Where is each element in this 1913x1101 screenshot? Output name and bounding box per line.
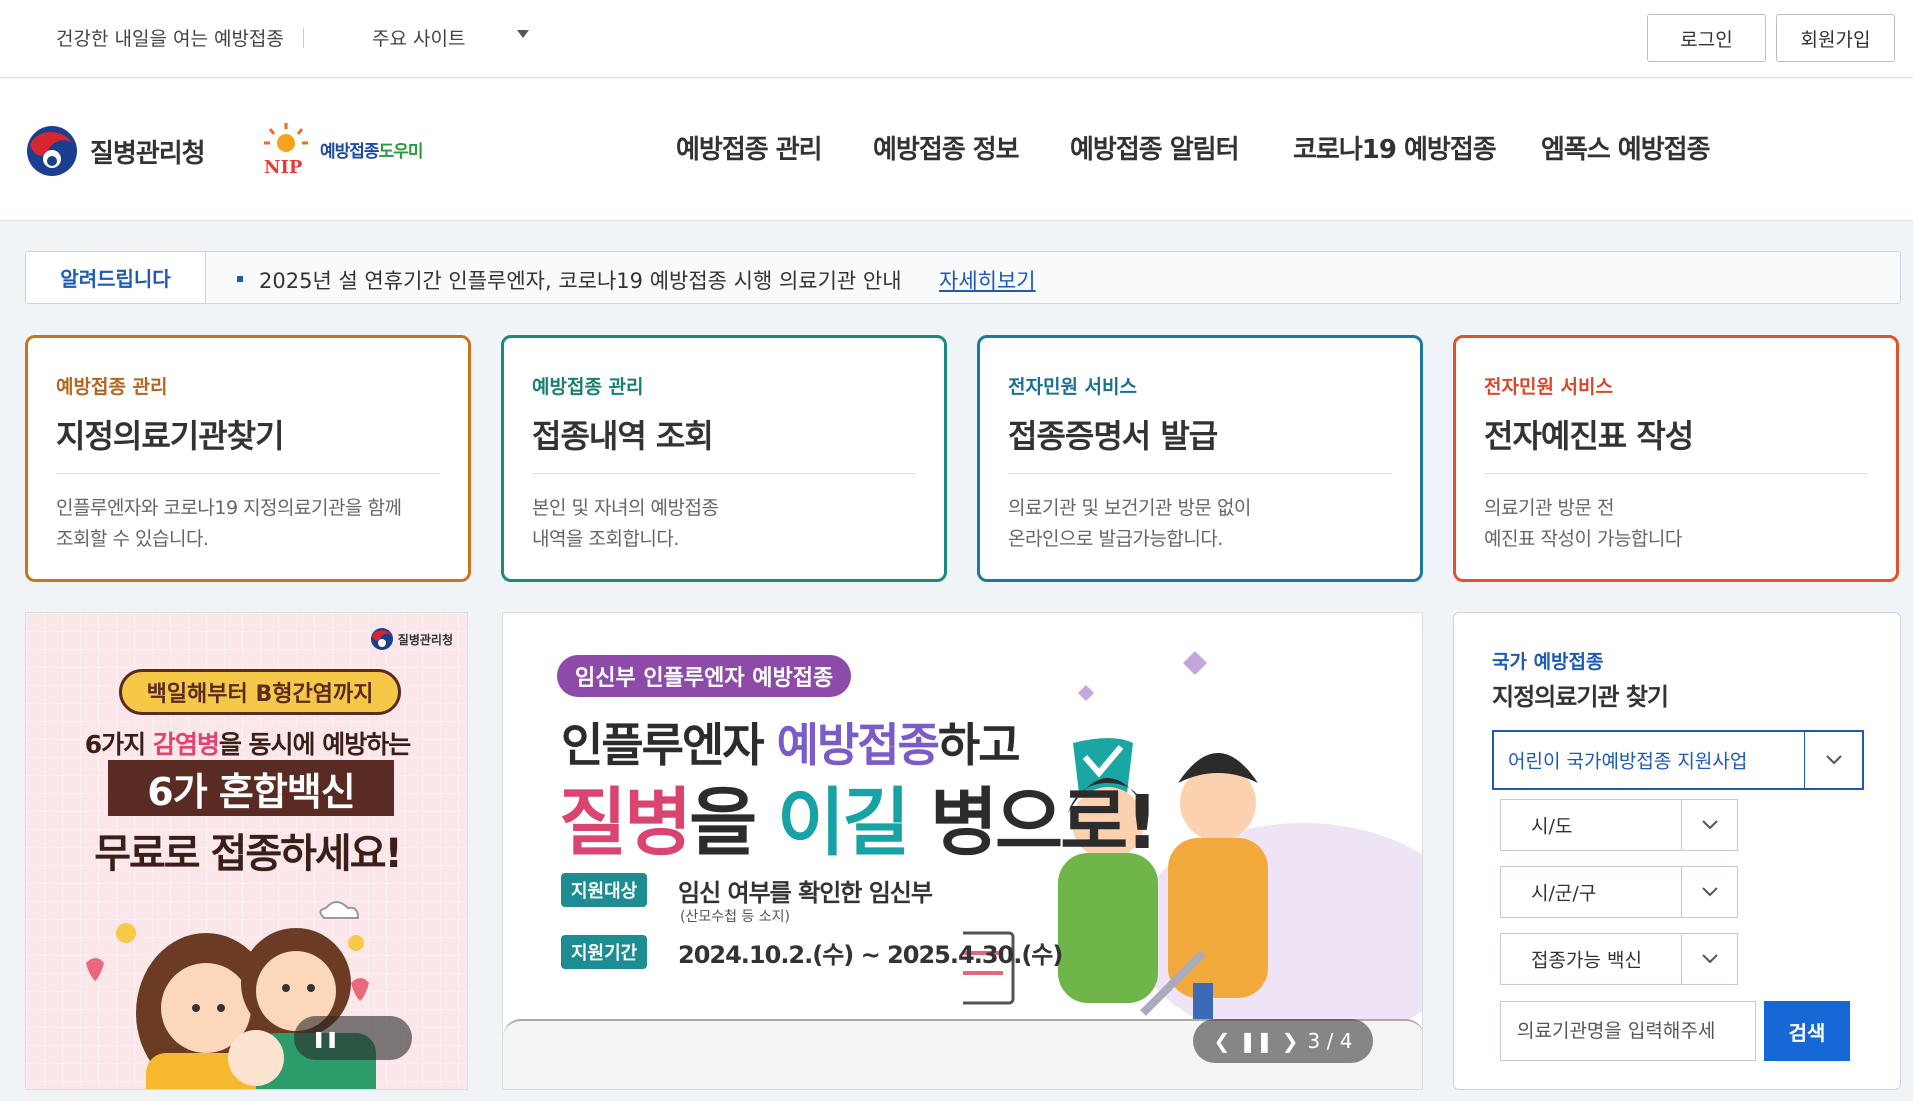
major-sites-select[interactable]: 주요 사이트 — [372, 24, 465, 51]
card-title: 접종내역 조회 — [532, 417, 714, 455]
banner-line1: 6가지 감염병을 동시에 예방하는 — [26, 725, 467, 761]
sun-people-icon: NIP — [262, 123, 310, 177]
nav-vaccination-management[interactable]: 예방접종 관리 — [676, 129, 823, 166]
nip-name-suffix: 도우미 — [378, 141, 424, 162]
banner-agency-logo: 질병관리청 — [370, 627, 453, 651]
target-key: 지원대상 — [561, 873, 648, 907]
card-desc-line1: 의료기관 및 보건기관 방문 없이 — [1008, 497, 1251, 519]
target-note: (산모수첩 등 소지) — [680, 909, 790, 925]
institution-finder: 국가 예방접종 지정의료기관 찾기 어린이 국가예방접종 지원사업 시/도 시/… — [1453, 612, 1901, 1090]
divider — [303, 28, 304, 48]
banner-line3: 무료로 접종하세요! — [94, 831, 403, 877]
nav-mpox-vaccination[interactable]: 엠폭스 예방접종 — [1541, 129, 1710, 166]
site-header: 질병관리청 NIP 예방접종도우미 예방접종 관리 예방접종 정보 예방접종 알… — [0, 79, 1913, 221]
nav-covid19-vaccination[interactable]: 코로나19 예방접종 — [1293, 129, 1497, 166]
card-desc-line2: 온라인으로 발급가능합니다. — [1008, 528, 1223, 550]
banner-line1-a: 6가지 — [84, 730, 153, 759]
province-select-value: 시/도 — [1531, 815, 1573, 838]
card-desc-line2: 예진표 작성이 가능합니다 — [1484, 528, 1682, 550]
chevron-down-icon[interactable] — [1681, 800, 1737, 850]
agency-name: 질병관리청 — [90, 138, 206, 169]
headline2-b: 을 — [689, 780, 778, 866]
chevron-down-icon[interactable] — [1681, 934, 1737, 984]
vaccine-select-value: 접종가능 백신 — [1531, 949, 1642, 972]
finder-subtitle: 국가 예방접종 — [1492, 651, 1604, 673]
nav-vaccination-notice[interactable]: 예방접종 알림터 — [1070, 129, 1239, 166]
pager-count: 3 / 4 — [1307, 1029, 1353, 1053]
taegeuk-icon — [27, 126, 77, 176]
district-select-value: 시/군/구 — [1531, 882, 1597, 905]
card-find-institution[interactable]: 예방접종 관리 지정의료기관찾기 인플루엔자와 코로나19 지정의료기관을 함께… — [25, 335, 471, 582]
headline2-a: 질병 — [559, 780, 692, 866]
card-vaccination-history[interactable]: 예방접종 관리 접종내역 조회 본인 및 자녀의 예방접종 내역을 조회합니다. — [501, 335, 947, 582]
search-button[interactable]: 검색 — [1764, 1001, 1850, 1061]
headline2-c: 이길 — [777, 780, 910, 866]
divider — [1008, 473, 1392, 474]
target-value: 임신 여부를 확인한 임신부 — [678, 879, 933, 907]
banner-pager: ❮ ❚❚ ❯ 3 / 4 — [1193, 1019, 1373, 1063]
program-select[interactable]: 어린이 국가예방접종 지원사업 — [1492, 730, 1864, 790]
banner-pill: 백일해부터 B형간염까지 — [119, 669, 401, 715]
banner-pause-button[interactable]: ❚❚ — [294, 1016, 412, 1060]
pause-icon[interactable]: ❚❚ — [1239, 1029, 1273, 1053]
signup-button[interactable]: 회원가입 — [1776, 14, 1895, 62]
district-select[interactable]: 시/군/구 — [1500, 866, 1738, 918]
card-category: 예방접종 관리 — [56, 376, 168, 398]
bullet-icon — [237, 276, 243, 282]
site-slogan: 건강한 내일을 여는 예방접종 — [56, 28, 284, 50]
notice-more-link[interactable]: 자세히보기 — [939, 265, 1036, 295]
card-category: 전자민원 서비스 — [1008, 376, 1137, 398]
chevron-left-icon[interactable]: ❮ — [1214, 1029, 1231, 1053]
notice-label: 알려드립니다 — [26, 252, 206, 303]
nip-name-prefix: 예방접종 — [320, 141, 380, 162]
card-title: 전자예진표 작성 — [1484, 417, 1694, 455]
headline2-d: 병으로! — [907, 780, 1159, 866]
card-certificate-issue[interactable]: 전자민원 서비스 접종증명서 발급 의료기관 및 보건기관 방문 없이 온라인으… — [977, 335, 1423, 582]
period-key: 지원기간 — [561, 935, 648, 969]
divider — [1484, 473, 1868, 474]
card-desc-line2: 조회할 수 있습니다. — [56, 528, 209, 550]
card-title: 지정의료기관찾기 — [56, 417, 285, 455]
card-desc-line1: 의료기관 방문 전 — [1484, 497, 1614, 519]
card-category: 예방접종 관리 — [532, 376, 644, 398]
pregnant-flu-banner[interactable]: 임신부 인플루엔자 예방접종 인플루엔자 예방접종하고 질병을 이길 병으로! … — [502, 612, 1423, 1090]
banner-tag: 임신부 인플루엔자 예방접종 — [557, 655, 852, 697]
divider — [532, 473, 916, 474]
card-title: 접종증명서 발급 — [1008, 417, 1218, 455]
nav-vaccination-info[interactable]: 예방접종 정보 — [873, 129, 1020, 166]
period-value: 2024.10.2.(수) ~ 2025.4.30.(수) — [678, 941, 1063, 969]
chevron-right-icon[interactable]: ❯ — [1282, 1029, 1299, 1053]
card-desc-line1: 본인 및 자녀의 예방접종 — [532, 497, 719, 519]
banner-agency-name: 질병관리청 — [397, 632, 453, 647]
nip-mark: NIP — [264, 157, 303, 177]
chevron-down-icon[interactable] — [1804, 732, 1862, 788]
banner-line1-b: 감염병 — [152, 730, 220, 759]
nip-logo[interactable]: NIP 예방접종도우미 — [256, 121, 424, 177]
hexavalent-vaccine-banner[interactable]: 질병관리청 백일해부터 B형간염까지 6가지 감염병을 동시에 예방하는 6가 … — [25, 612, 468, 1090]
institution-name-input[interactable] — [1500, 1001, 1756, 1061]
taegeuk-icon — [370, 628, 393, 650]
finder-title: 지정의료기관 찾기 — [1492, 683, 1669, 711]
banner-headline2: 질병을 이길 병으로! — [559, 763, 1159, 870]
card-category: 전자민원 서비스 — [1484, 376, 1613, 398]
banner-line2: 6가 혼합백신 — [108, 760, 394, 816]
program-select-value: 어린이 국가예방접종 지원사업 — [1508, 750, 1748, 773]
vaccine-select[interactable]: 접종가능 백신 — [1500, 933, 1738, 985]
chevron-down-icon[interactable] — [1681, 867, 1737, 917]
login-button[interactable]: 로그인 — [1647, 14, 1766, 62]
province-select[interactable]: 시/도 — [1500, 799, 1738, 851]
card-e-questionnaire[interactable]: 전자민원 서비스 전자예진표 작성 의료기관 방문 전 예진표 작성이 가능합니… — [1453, 335, 1899, 582]
notice-bar: 알려드립니다 2025년 설 연휴기간 인플루엔자, 코로나19 예방접종 시행… — [25, 251, 1901, 304]
banner-line1-c: 을 동시에 예방하는 — [218, 730, 411, 759]
notice-message[interactable]: 2025년 설 연휴기간 인플루엔자, 코로나19 예방접종 시행 의료기관 안… — [259, 265, 902, 295]
card-desc-line1: 인플루엔자와 코로나19 지정의료기관을 함께 — [56, 497, 402, 519]
card-desc-line2: 내역을 조회합니다. — [532, 528, 679, 550]
nip-name: 예방접종도우미 — [320, 137, 424, 162]
kdca-logo[interactable]: 질병관리청 — [26, 125, 206, 177]
caret-down-icon[interactable] — [517, 30, 529, 38]
utility-bar: 건강한 내일을 여는 예방접종 주요 사이트 로그인 회원가입 — [0, 0, 1913, 78]
divider — [56, 473, 440, 474]
